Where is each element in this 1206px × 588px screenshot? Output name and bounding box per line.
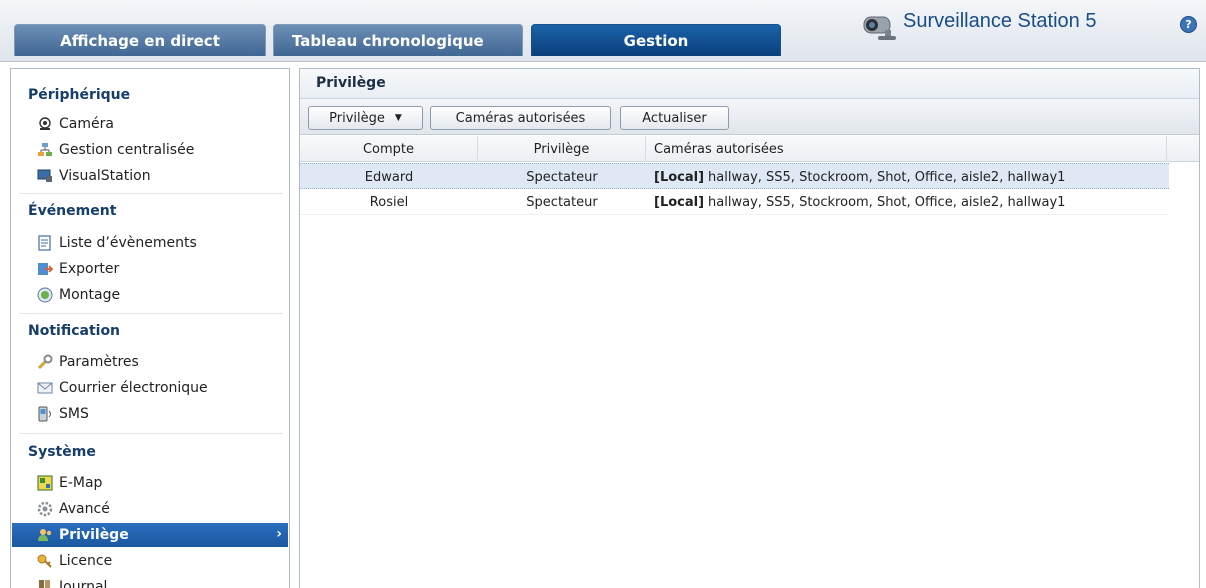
- caret-down-icon: ▼: [394, 113, 402, 123]
- column-header-cameras[interactable]: Caméras autorisées: [646, 136, 1167, 162]
- sidebar-item-export[interactable]: Exporter: [12, 257, 288, 281]
- camera-logo-icon: [860, 10, 900, 44]
- section-title-event: Événement: [28, 203, 117, 219]
- sidebar-item-settings[interactable]: Paramètres: [12, 350, 288, 374]
- divider: [19, 193, 283, 194]
- sidebar-item-camera[interactable]: Caméra: [12, 112, 288, 136]
- wrench-icon: [37, 354, 53, 370]
- toolbar: Privilège ▼ Caméras autorisées Actualise…: [300, 99, 1199, 135]
- privilege-dropdown-button[interactable]: Privilège ▼: [308, 106, 423, 130]
- network-icon: [37, 142, 53, 158]
- sidebar-item-sms[interactable]: SMS: [12, 402, 288, 426]
- cell-scope: [Local]: [654, 169, 705, 185]
- sidebar-item-journal[interactable]: Journal: [12, 575, 288, 588]
- table-header: Compte Privilège Caméras autorisées: [300, 136, 1199, 162]
- divider: [19, 313, 283, 314]
- map-icon: [37, 475, 53, 491]
- sidebar-item-label: SMS: [59, 406, 89, 422]
- cell-cameras: [Local] hallway, SS5, Stockroom, Shot, O…: [646, 189, 1167, 215]
- sidebar-item-emap[interactable]: E-Map: [12, 471, 288, 495]
- sidebar-item-license[interactable]: Licence: [12, 549, 288, 573]
- panel-header: Privilège: [300, 69, 1199, 99]
- section-title-notification: Notification: [28, 323, 121, 339]
- sidebar: Périphérique Caméra Gestion centralisée …: [10, 68, 290, 588]
- list-icon: [37, 235, 53, 251]
- page-title: Privilège: [316, 75, 386, 91]
- top-bar: Affichage en direct Tableau chronologiqu…: [0, 0, 1206, 62]
- column-header-account[interactable]: Compte: [300, 136, 478, 162]
- privilege-button-label: Privilège: [329, 110, 385, 126]
- camera-icon: [37, 116, 53, 132]
- section-title-system: Système: [28, 444, 96, 460]
- chevron-right-icon: ›: [276, 526, 282, 542]
- monitor-icon: [37, 168, 53, 184]
- sidebar-item-label: Courrier électronique: [59, 380, 208, 396]
- table-row[interactable]: Rosiel Spectateur [Local] hallway, SS5, …: [300, 189, 1169, 215]
- cell-cameras: [Local] hallway, SS5, Stockroom, Shot, O…: [646, 164, 1167, 190]
- sidebar-item-label: Montage: [59, 287, 121, 303]
- users-icon: [37, 527, 53, 543]
- sidebar-item-label: E-Map: [59, 475, 103, 491]
- sidebar-item-label: Paramètres: [59, 354, 139, 370]
- sidebar-item-privilege[interactable]: Privilège ›: [12, 523, 288, 547]
- sidebar-item-label: VisualStation: [59, 168, 151, 184]
- sidebar-item-label: Gestion centralisée: [59, 142, 195, 158]
- cell-camera-list: hallway, SS5, Stockroom, Shot, Office, a…: [708, 194, 1066, 210]
- mail-icon: [37, 380, 53, 396]
- journal-icon: [37, 579, 53, 588]
- export-icon: [37, 261, 53, 277]
- cell-account: Rosiel: [369, 194, 409, 210]
- help-icon[interactable]: ?: [1180, 16, 1197, 33]
- sidebar-item-event-list[interactable]: Liste d’évènements: [12, 231, 288, 255]
- cell-camera-list: hallway, SS5, Stockroom, Shot, Office, a…: [708, 169, 1066, 185]
- sidebar-item-advanced[interactable]: Avancé: [12, 497, 288, 521]
- sidebar-item-label: Avancé: [59, 501, 110, 517]
- sidebar-item-label: Exporter: [59, 261, 120, 277]
- table-row[interactable]: Edward Spectateur [Local] hallway, SS5, …: [300, 163, 1169, 189]
- sidebar-item-visualstation[interactable]: VisualStation: [12, 164, 288, 188]
- cell-privilege: Spectateur: [526, 194, 598, 210]
- key-icon: [37, 553, 53, 569]
- column-header-privilege[interactable]: Privilège: [478, 136, 646, 162]
- sidebar-item-label: Caméra: [59, 116, 114, 132]
- sidebar-item-label: Liste d’évènements: [59, 235, 197, 251]
- app-title: Surveillance Station 5: [903, 10, 1097, 32]
- tab-live-view[interactable]: Affichage en direct: [14, 24, 266, 56]
- tab-management[interactable]: Gestion: [531, 24, 781, 56]
- cell-account: Edward: [364, 169, 414, 185]
- sidebar-item-label: Journal: [59, 579, 108, 588]
- divider: [19, 433, 283, 434]
- sidebar-item-central-management[interactable]: Gestion centralisée: [12, 138, 288, 162]
- section-title-peripheral: Périphérique: [28, 87, 131, 103]
- sidebar-item-montage[interactable]: Montage: [12, 283, 288, 307]
- sidebar-item-label: Privilège: [59, 527, 129, 543]
- authorized-cameras-button[interactable]: Caméras autorisées: [430, 106, 611, 130]
- cell-scope: [Local]: [654, 194, 705, 210]
- gear-icon: [37, 501, 53, 517]
- main-panel: Privilège Privilège ▼ Caméras autorisées…: [299, 68, 1200, 588]
- cell-privilege: Spectateur: [526, 169, 598, 185]
- refresh-button[interactable]: Actualiser: [620, 106, 729, 130]
- montage-icon: [37, 287, 53, 303]
- sidebar-item-email[interactable]: Courrier électronique: [12, 376, 288, 400]
- sms-icon: [37, 406, 53, 422]
- tab-timeline[interactable]: Tableau chronologique: [273, 24, 523, 56]
- sidebar-item-label: Licence: [59, 553, 113, 569]
